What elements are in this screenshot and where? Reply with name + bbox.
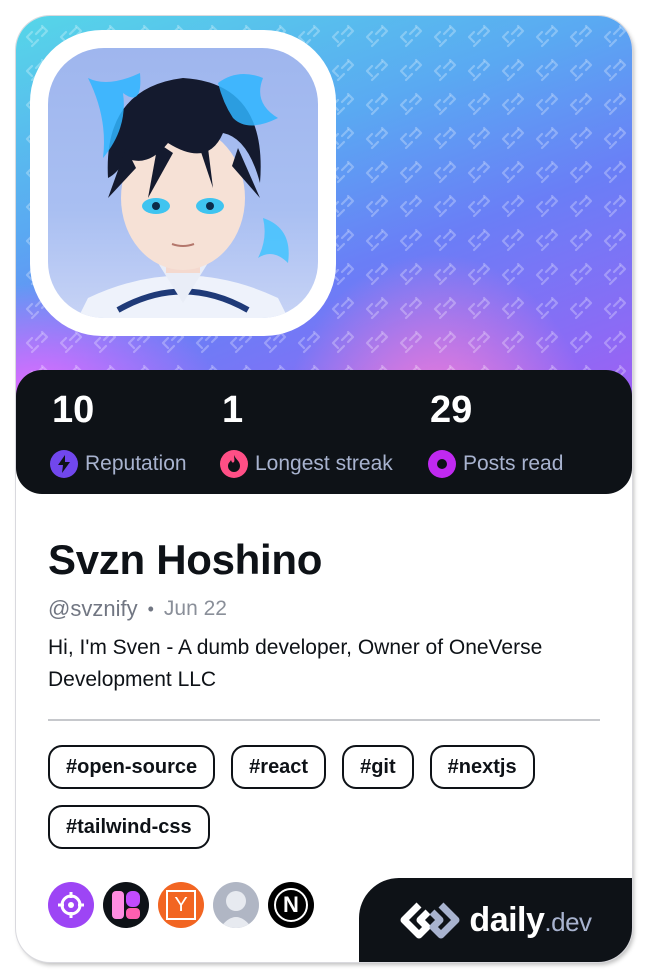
eye-ring-icon xyxy=(428,450,456,478)
stat-posts-read: 29 Posts read xyxy=(428,388,563,478)
tag-react[interactable]: #react xyxy=(231,745,327,789)
profile-card: 10 Reputation 1 Longest streak 29 Posts … xyxy=(16,16,632,962)
tag-open-source[interactable]: #open-source xyxy=(48,745,216,789)
tag-nextjs[interactable]: #nextjs xyxy=(429,745,535,789)
daily-dev-brand[interactable]: daily.dev xyxy=(359,878,632,962)
source-list: Y N xyxy=(48,882,314,928)
flame-icon xyxy=(220,450,248,478)
joined-date: Jun 22 xyxy=(163,597,227,620)
avatar-frame xyxy=(30,30,336,336)
ui-logo-icon[interactable] xyxy=(103,882,149,928)
tag-tailwind-css[interactable]: #tailwind-css xyxy=(48,805,210,849)
profile-name: Svzn Hoshino xyxy=(48,536,323,583)
lightning-icon xyxy=(50,450,78,478)
brand-suffix: .dev xyxy=(544,906,592,937)
avatar[interactable] xyxy=(48,48,318,318)
nextjs-n-icon[interactable]: N xyxy=(268,882,314,928)
crosshair-icon[interactable] xyxy=(48,882,94,928)
y-combinator-icon[interactable]: Y xyxy=(158,882,204,928)
stats-bar: 10 Reputation 1 Longest streak 29 Posts … xyxy=(16,370,632,494)
divider xyxy=(48,719,600,721)
posts-read-label: Posts read xyxy=(463,452,564,475)
stat-longest-streak: 1 Longest streak xyxy=(220,388,393,478)
stat-reputation: 10 Reputation xyxy=(50,388,187,478)
longest-streak-label: Longest streak xyxy=(255,452,393,475)
user-placeholder-icon[interactable] xyxy=(213,882,259,928)
tag-list: #open-source #react #git #nextjs #tailwi… xyxy=(48,745,608,849)
avatar-illustration xyxy=(78,73,289,318)
profile-bio: Hi, I'm Sven - A dumb developer, Owner o… xyxy=(48,636,543,691)
longest-streak-value: 1 xyxy=(222,389,244,431)
tag-git[interactable]: #git xyxy=(342,745,414,789)
daily-dev-logo-icon xyxy=(400,902,460,939)
reputation-value: 10 xyxy=(52,389,95,431)
profile-meta: @svznify • Jun 22 xyxy=(48,596,227,622)
reputation-label: Reputation xyxy=(85,452,187,475)
profile-handle[interactable]: @svznify xyxy=(48,596,138,622)
meta-separator: • xyxy=(147,598,154,619)
profile-banner xyxy=(16,16,632,416)
posts-read-value: 29 xyxy=(430,389,473,431)
brand-name: daily xyxy=(469,900,545,939)
